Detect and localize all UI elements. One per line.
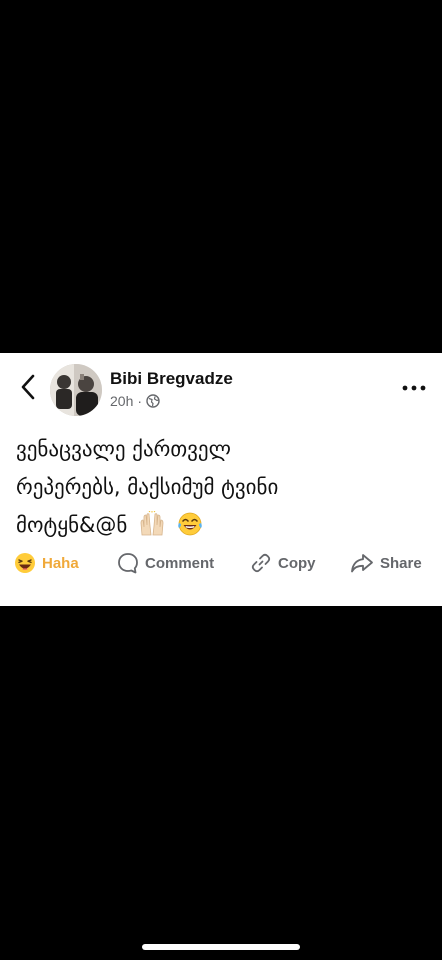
post-timestamp[interactable]: 20h bbox=[110, 393, 133, 409]
globe-icon bbox=[146, 394, 160, 408]
home-indicator[interactable] bbox=[142, 944, 300, 950]
comment-button[interactable]: Comment bbox=[117, 546, 214, 580]
share-label: Share bbox=[380, 554, 422, 572]
more-dots-icon bbox=[402, 385, 426, 391]
post-text: ვენაცვალე ქართველ რეპერებს, მაქსიმუმ ტვი… bbox=[16, 430, 426, 544]
post-text-line: მოტყნ&@ნ bbox=[16, 513, 128, 537]
haha-icon bbox=[15, 553, 35, 573]
back-button[interactable] bbox=[14, 372, 42, 402]
action-bar: Haha Comment Copy Share bbox=[0, 546, 442, 580]
post-meta: 20h · bbox=[110, 392, 160, 410]
tears-of-joy-icon bbox=[178, 512, 202, 536]
copy-button[interactable]: Copy bbox=[250, 546, 316, 580]
screen: Bibi Bregvadze 20h · ვენაცვალე ქართველ რ… bbox=[0, 0, 442, 960]
chevron-left-icon bbox=[21, 374, 35, 400]
avatar[interactable] bbox=[50, 364, 102, 416]
post-text-line: რეპერებს, მაქსიმუმ ტვინი bbox=[16, 475, 279, 499]
haha-label: Haha bbox=[42, 554, 79, 572]
comment-icon bbox=[118, 553, 138, 574]
haha-reaction-button[interactable]: Haha bbox=[14, 546, 79, 580]
meta-separator: · bbox=[137, 393, 143, 409]
more-options-button[interactable] bbox=[400, 378, 428, 398]
share-arrow-icon bbox=[351, 554, 373, 573]
share-button[interactable]: Share bbox=[350, 546, 422, 580]
post-text-line: ვენაცვალე ქართველ bbox=[16, 437, 231, 461]
comment-label: Comment bbox=[145, 554, 215, 572]
avatar-image bbox=[50, 364, 102, 416]
link-icon bbox=[251, 553, 271, 573]
post-text-line-with-emoji: მოტყნ&@ნ bbox=[16, 506, 426, 544]
copy-label: Copy bbox=[278, 554, 316, 572]
raising-hands-icon bbox=[140, 511, 164, 536]
author-name[interactable]: Bibi Bregvadze bbox=[110, 369, 233, 389]
